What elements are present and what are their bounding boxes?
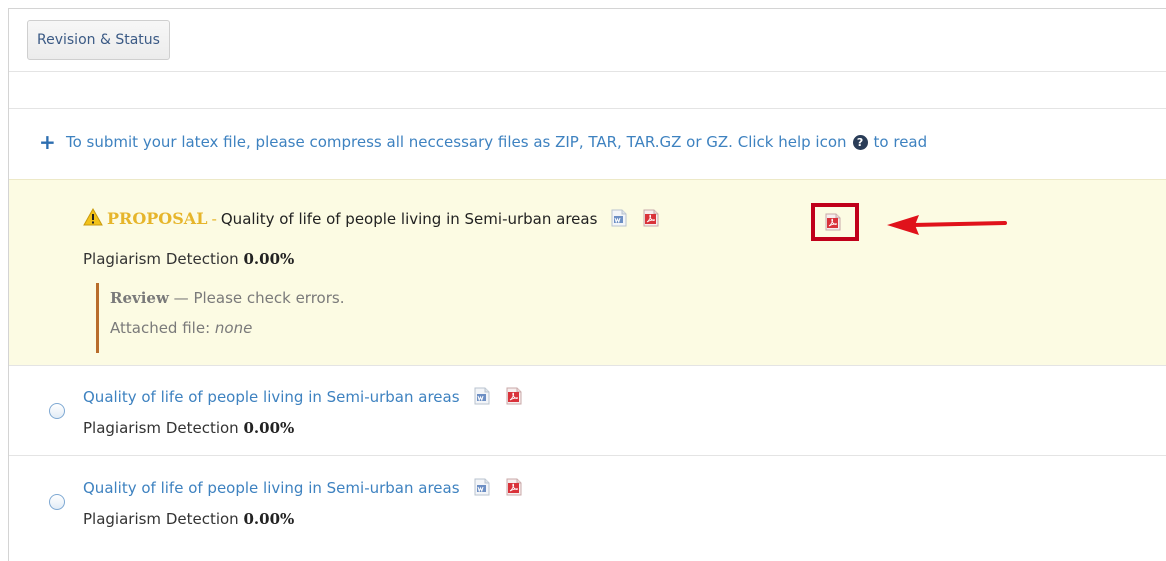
proposal-row: PROPOSAL - Quality of life of people livin…: [9, 179, 1166, 366]
plagiarism-label: Plagiarism Detection: [83, 250, 239, 268]
red-arrow-annotation: [887, 215, 1007, 235]
item-title-line: Quality of life of people living in Semi…: [83, 478, 522, 497]
warning-icon: [83, 207, 103, 230]
list-item: Quality of life of people living in Semi…: [9, 456, 1166, 546]
pdf-document-icon[interactable]: [506, 387, 522, 405]
plagiarism-label: Plagiarism Detection: [83, 419, 239, 437]
plagiarism-label: Plagiarism Detection: [83, 510, 239, 528]
attached-file-label: Attached file:: [110, 319, 211, 337]
pdf-document-icon[interactable]: [643, 209, 659, 227]
notice-text[interactable]: To submit your latex file, please compre…: [66, 133, 847, 151]
latex-submit-notice: + To submit your latex file, please compr…: [39, 130, 927, 154]
proposal-plagiarism: Plagiarism Detection 0.00%: [83, 250, 294, 268]
item-plagiarism: Plagiarism Detection 0.00%: [83, 510, 294, 528]
item-plagiarism: Plagiarism Detection 0.00%: [83, 419, 294, 437]
review-block: Review — Please check errors. Attached f…: [96, 283, 344, 353]
review-label: Review: [110, 289, 169, 307]
plagiarism-value: 0.00%: [243, 419, 295, 437]
pdf-document-icon[interactable]: [825, 213, 841, 231]
tab-revision-status[interactable]: Revision & Status: [27, 20, 170, 60]
proposal-separator: -: [211, 210, 217, 228]
list-item: Quality of life of people living in Semi…: [9, 365, 1166, 456]
plagiarism-value: 0.00%: [243, 250, 295, 268]
word-document-icon[interactable]: [611, 209, 627, 227]
proposal-title-line: PROPOSAL - Quality of life of people livin…: [83, 207, 659, 230]
item-title-line: Quality of life of people living in Semi…: [83, 387, 522, 406]
select-radio[interactable]: [49, 403, 65, 419]
revision-panel: Revision & Status + To submit your latex …: [8, 8, 1166, 561]
notice-trailing-text[interactable]: to read: [874, 133, 928, 151]
word-document-icon[interactable]: [474, 387, 490, 405]
item-title[interactable]: Quality of life of people living in Semi…: [83, 479, 460, 497]
proposal-title: Quality of life of people living in Semi…: [220, 210, 598, 228]
pdf-document-icon[interactable]: [506, 478, 522, 496]
attached-file-value: none: [214, 319, 253, 337]
item-title[interactable]: Quality of life of people living in Semi…: [83, 388, 460, 406]
review-message: — Please check errors.: [173, 289, 345, 307]
select-radio[interactable]: [49, 494, 65, 510]
word-document-icon[interactable]: [474, 478, 490, 496]
plus-icon[interactable]: +: [39, 130, 56, 154]
empty-row: [9, 72, 1166, 109]
tab-bar: Revision & Status: [9, 9, 1166, 72]
help-icon[interactable]: ?: [852, 135, 868, 150]
plagiarism-value: 0.00%: [243, 510, 295, 528]
proposal-label: PROPOSAL: [107, 209, 208, 228]
highlighted-pdf-button[interactable]: [811, 203, 859, 241]
